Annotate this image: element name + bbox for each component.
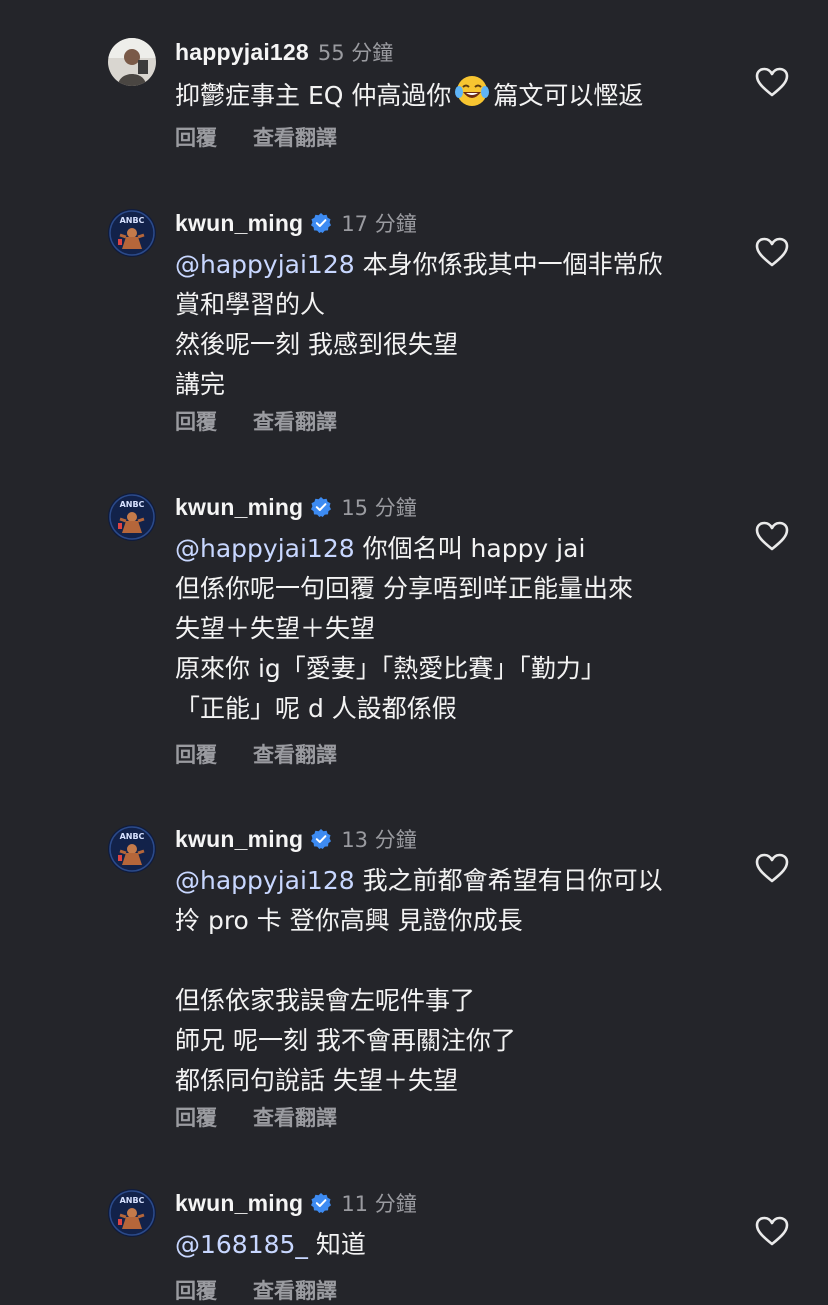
comment-text-line: 知道 [307, 1230, 366, 1259]
see-translation-button[interactable]: 查看翻譯 [253, 1275, 337, 1305]
see-translation-button[interactable]: 查看翻譯 [253, 122, 337, 152]
verified-badge-icon [310, 496, 332, 518]
comment-text-line: 講完 [175, 370, 226, 399]
comment-text: @happyjai128 你個名叫 happy jai 但係你呢一句回覆 分享唔… [175, 529, 720, 729]
username[interactable]: kwun_ming [175, 210, 303, 237]
see-translation-button[interactable]: 查看翻譯 [253, 1102, 337, 1132]
like-heart-icon[interactable] [754, 66, 790, 98]
like-heart-icon[interactable] [754, 520, 790, 552]
timestamp: 13 分鐘 [341, 828, 417, 852]
mention-link[interactable]: @168185_ [175, 1230, 308, 1259]
reply-button[interactable]: 回覆 [175, 1275, 217, 1305]
avatar[interactable] [108, 38, 156, 86]
comment-text-line: 本身你係我其中一個非常欣 [354, 250, 663, 279]
see-translation-button[interactable]: 查看翻譯 [253, 406, 337, 436]
comment-text-line: 都係同句說話 失望＋失望 [175, 1066, 458, 1095]
see-translation-button[interactable]: 查看翻譯 [253, 739, 337, 769]
timestamp: 55 分鐘 [317, 41, 394, 65]
verified-badge-icon [310, 1192, 332, 1214]
avatar[interactable]: ANBC [108, 825, 156, 873]
username[interactable]: kwun_ming [175, 826, 303, 853]
timestamp: 17 分鐘 [341, 212, 417, 236]
svg-text:ANBC: ANBC [120, 500, 145, 509]
svg-text:ANBC: ANBC [120, 1196, 145, 1205]
comment-text-segment: 抑鬱症事主 EQ 仲高過你 [175, 81, 452, 110]
like-heart-icon[interactable] [754, 1215, 790, 1247]
svg-text:ANBC: ANBC [120, 832, 145, 841]
timestamp: 11 分鐘 [341, 1192, 417, 1216]
reply-button[interactable]: 回覆 [175, 1102, 217, 1132]
comment-text-line: 拎 pro 卡 登你高興 見證你成長 [175, 906, 523, 935]
verified-badge-icon [310, 828, 332, 850]
comment-text-line: 然後呢一刻 我感到很失望 [175, 330, 458, 359]
like-heart-icon[interactable] [754, 852, 790, 884]
comment-text-segment: 篇文可以慳返 [493, 81, 644, 110]
username[interactable]: kwun_ming [175, 494, 303, 521]
comment-text: @happyjai128 本身你係我其中一個非常欣 賞和學習的人 然後呢一刻 我… [175, 245, 720, 405]
mention-link[interactable]: @happyjai128 [175, 866, 355, 895]
mention-link[interactable]: @happyjai128 [175, 250, 355, 279]
comment-text-line: 「正能」呢 d 人設都係假 [175, 694, 457, 723]
svg-text:ANBC: ANBC [120, 216, 145, 225]
username[interactable]: happyjai128 [175, 39, 309, 66]
comment-text: 抑鬱症事主 EQ 仲高過你 篇文可以慳返 [175, 74, 720, 120]
verified-badge-icon [310, 212, 332, 234]
comment-text: @happyjai128 我之前都會希望有日你可以 拎 pro 卡 登你高興 見… [175, 861, 720, 1101]
like-heart-icon[interactable] [754, 236, 790, 268]
comment-text-line: 你個名叫 happy jai [354, 534, 586, 563]
comment-text-line: 但係依家我誤會左呢件事了 [175, 986, 476, 1015]
reply-button[interactable]: 回覆 [175, 739, 217, 769]
comment-text-line: 師兄 呢一刻 我不會再關注你了 [175, 1026, 516, 1055]
username[interactable]: kwun_ming [175, 1190, 303, 1217]
comment-text: @168185_ 知道 [175, 1225, 720, 1265]
comment-text-line: 賞和學習的人 [175, 290, 326, 319]
comment-text-line: 失望＋失望＋失望 [175, 614, 376, 643]
mention-link[interactable]: @happyjai128 [175, 534, 355, 563]
comment-text-line: 原來你 ig「愛妻」「熱愛比賽」「勤力」 [175, 654, 606, 683]
avatar[interactable]: ANBC [108, 209, 156, 257]
reply-button[interactable]: 回覆 [175, 406, 217, 436]
comment-text-line [175, 941, 720, 981]
comment-text-line: 但係你呢一句回覆 分享唔到咩正能量出來 [175, 574, 633, 603]
timestamp: 15 分鐘 [341, 496, 417, 520]
face-with-tears-of-joy-icon [455, 74, 490, 120]
reply-button[interactable]: 回覆 [175, 122, 217, 152]
comment-text-line: 我之前都會希望有日你可以 [354, 866, 663, 895]
avatar[interactable]: ANBC [108, 493, 156, 541]
avatar[interactable]: ANBC [108, 1189, 156, 1237]
